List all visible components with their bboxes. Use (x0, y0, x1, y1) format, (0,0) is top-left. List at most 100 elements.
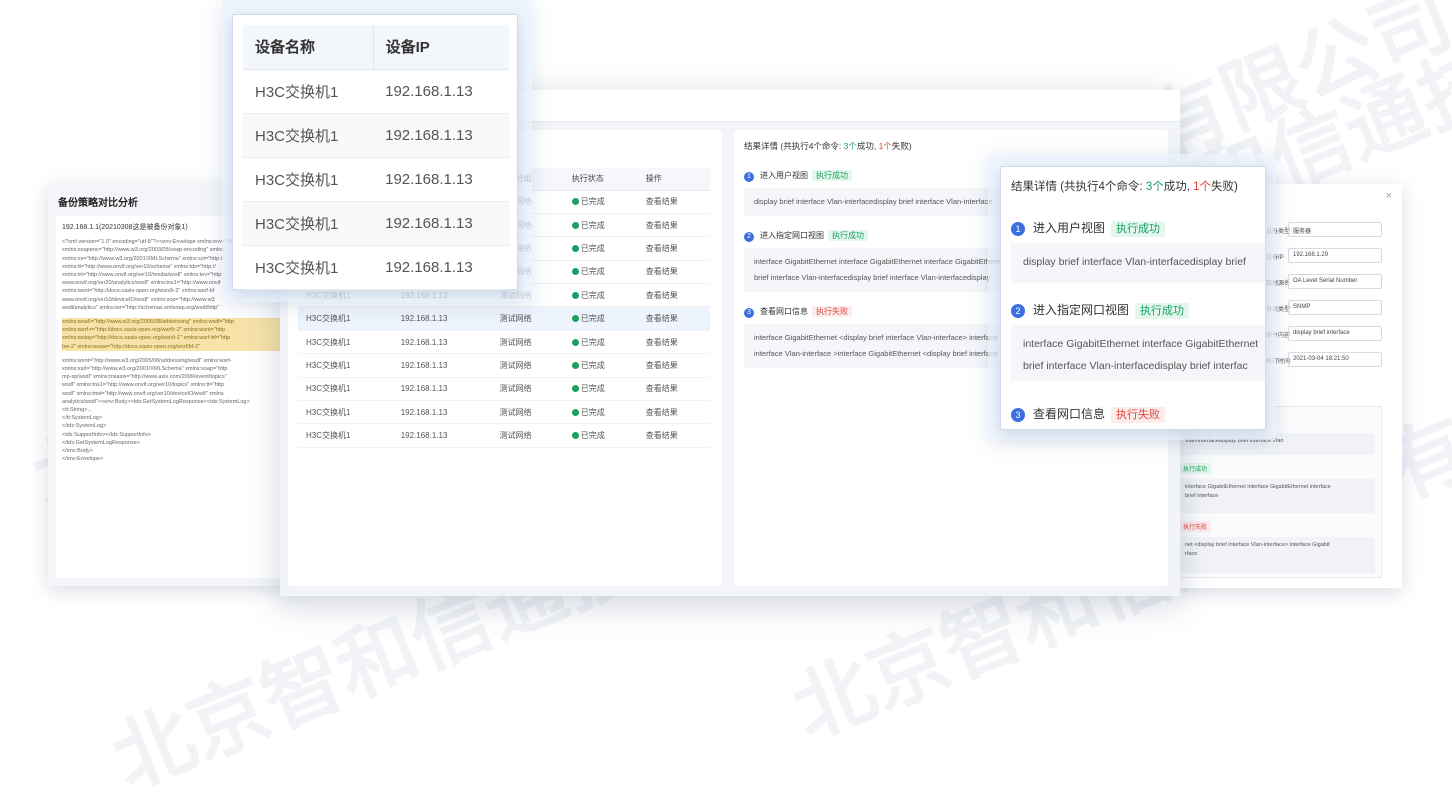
status-cell: 已完成 (563, 353, 638, 378)
command-output: interface GigabitEthernet interface Giga… (1179, 479, 1375, 513)
xml-line: wsdl" xmlns:tmd="http://www.onvif.org/ve… (62, 390, 224, 397)
device-ip-cell: 192.168.1.13 (392, 353, 492, 378)
step-2: 2 进入指定网口视图 执行成功 (744, 230, 868, 242)
table-row[interactable]: H3C交换机1 192.168.1.13 (243, 245, 509, 290)
device-group-cell: 测试网络 (491, 306, 564, 331)
view-result-link[interactable]: 查看结果 (637, 423, 710, 448)
step-3: 3 查看网口信息 执行失败 (1011, 405, 1166, 423)
view-result-link[interactable]: 查看结果 (637, 330, 710, 355)
zoom-table-callout: 设备名称 设备IP H3C交换机1 192.168.1.13 H3C交换机1 192.1… (222, 0, 532, 302)
device-ip-cell: 192.168.1.13 (392, 423, 492, 448)
backup-lines: xmlns:wsnt="http://www.w3.org/2005/08/ad… (62, 357, 288, 464)
xml-line: wsdl/analytics" xmlns:ter="http://schema… (62, 304, 220, 311)
device-ip-cell: 192.168.1.13 (392, 306, 492, 331)
device-ip-cell: 192.168.1.13 (392, 377, 492, 402)
output-line: interface GigabitEthernet interface Giga… (1185, 484, 1331, 490)
view-result-link[interactable]: 查看结果 (637, 260, 710, 285)
result-title: 结果详情 (共执行4个命令: 3个成功, 1个失败) (744, 140, 912, 152)
table-row[interactable]: H3C交换机1192.168.1.13测试网络 已完成 查看结果 (298, 423, 710, 448)
view-result-link[interactable]: 查看结果 (637, 190, 710, 214)
command-output: interface GigabitEthernet interface Giga… (1011, 325, 1265, 381)
status-badge: 执行成功 (828, 230, 868, 241)
view-result-link[interactable]: 查看结果 (637, 236, 710, 261)
device-name-cell: H3C交换机1 (298, 306, 393, 331)
status-badge: 执行成功 (1135, 303, 1190, 319)
table-row[interactable]: H3C交换机1192.168.1.13测试网络 已完成 查看结果 (298, 353, 710, 378)
status-badge: 执行成功 (812, 170, 852, 181)
check-circle-icon (571, 291, 579, 299)
device-ip-cell: 192.168.1.13 (373, 201, 509, 246)
xml-line: </tds:SystemLog> (62, 423, 107, 430)
device-ip-cell: 192.168.1.13 (392, 400, 492, 425)
check-circle-icon (571, 385, 579, 393)
status-cell: 已完成 (563, 236, 638, 261)
xml-line: bw-2" xmlns:wsaw="http://docs.oasis-open… (62, 343, 201, 350)
view-result-link[interactable]: 查看结果 (637, 353, 710, 378)
xml-line: xmlns:wstop="http://docs.oasis-open.org/… (62, 335, 231, 342)
output-line: net <display brief interface Vlan-interf… (1185, 542, 1330, 548)
step-number: 2 (744, 232, 754, 242)
table-row[interactable]: H3C交换机1 192.168.1.13 (243, 69, 509, 114)
field-input[interactable]: SNMP (1288, 300, 1382, 315)
status-cell: 已完成 (563, 283, 638, 308)
status-text: 已完成 (580, 407, 605, 417)
close-icon[interactable]: × (1386, 190, 1392, 202)
check-circle-icon (571, 244, 579, 252)
fail-count: 1个 (1193, 181, 1212, 193)
step-2: 2 进入指定网口视图 执行成功 (1011, 301, 1190, 319)
step-1: 1 进入用户视图 执行成功 (744, 170, 852, 182)
table-row[interactable]: H3C交换机1 192.168.1.13 (243, 201, 509, 246)
field-input[interactable]: 服务器 (1288, 222, 1382, 237)
status-text: 已完成 (580, 384, 605, 394)
status-badge: 执行失败 (812, 306, 852, 317)
field-input[interactable]: 192.168.1.29 (1288, 248, 1382, 263)
device-name-cell: H3C交换机1 (243, 69, 374, 114)
field-input[interactable]: display brief interface (1288, 326, 1382, 341)
field-input[interactable]: 2021-03-04 18:21:50 (1288, 352, 1382, 367)
command-output: net <display brief interface Vlan-interf… (1179, 537, 1375, 573)
field-input[interactable]: OA Level Serial Number (1288, 274, 1382, 289)
view-result-link[interactable]: 查看结果 (637, 283, 710, 308)
status-text: 已完成 (580, 314, 605, 324)
device-name-cell: H3C交换机1 (243, 245, 374, 290)
table-row[interactable]: H3C交换机1192.168.1.13测试网络 已完成 查看结果 (298, 306, 710, 331)
table-row[interactable]: H3C交换机1192.168.1.13测试网络 已完成 查看结果 (298, 400, 710, 425)
status-badge: 执行成功 (1179, 463, 1212, 474)
table-row[interactable]: H3C交换机1192.168.1.13测试网络 已完成 查看结果 (298, 377, 710, 402)
view-result-link[interactable]: 查看结果 (637, 377, 710, 402)
check-circle-icon (571, 221, 579, 229)
xml-line: xmlns:wsnt="http://www.w3.org/2005/08/ad… (62, 357, 232, 364)
status-cell: 已完成 (563, 306, 638, 331)
title-text: 成功, (1163, 181, 1194, 193)
check-circle-icon (571, 198, 579, 206)
zoom-result-callout: 结果详情 (共执行4个命令: 3个成功, 1个失败) 1 进入用户视图 执行成功 d… (988, 154, 1276, 440)
status-text: 已完成 (580, 337, 605, 347)
output-line: display brief interface Vlan-interfacedi… (1023, 256, 1246, 268)
device-ip-cell: 192.168.1.13 (373, 157, 509, 202)
device-name-cell: H3C交换机1 (243, 113, 374, 158)
command-output: display brief interface Vlan-interfacedi… (1011, 243, 1265, 283)
device-name-cell: H3C交换机1 (243, 201, 374, 246)
check-circle-icon (571, 268, 579, 276)
xml-line: <tds:SupportInfo></tds:SupportInfo> (62, 431, 151, 438)
step-number: 3 (744, 308, 754, 318)
device-ip-cell: 192.168.1.13 (373, 245, 509, 290)
view-result-link[interactable]: 查看结果 (637, 213, 710, 238)
title-text: 成功, (856, 141, 879, 151)
xml-line: mp-sp/wsdl" xmlns:tnsaxis="http://www.ax… (62, 374, 227, 381)
device-name-cell: H3C交换机1 (243, 157, 374, 202)
panel-title: 备份策略对比分析 (58, 198, 138, 209)
table-row[interactable]: H3C交换机1 192.168.1.13 (243, 113, 509, 158)
view-result-link[interactable]: 查看结果 (637, 400, 710, 425)
status-badge: 执行失败 (1179, 521, 1212, 532)
table-row[interactable]: H3C交换机1192.168.1.13测试网络 已完成 查看结果 (298, 330, 710, 355)
view-result-link[interactable]: 查看结果 (637, 306, 710, 331)
status-cell: 已完成 (563, 330, 638, 355)
step-number: 1 (744, 172, 754, 182)
status-text: 已完成 (580, 360, 605, 370)
step-title: 进入指定网口视图 (760, 231, 824, 240)
result-title: 结果详情 (共执行4个命令: 3个成功, 1个失败) (1011, 178, 1238, 194)
title-text: 结果详情 (共执行4个命令: (744, 141, 844, 151)
check-circle-icon (571, 432, 579, 440)
table-row[interactable]: H3C交换机1 192.168.1.13 (243, 157, 509, 202)
